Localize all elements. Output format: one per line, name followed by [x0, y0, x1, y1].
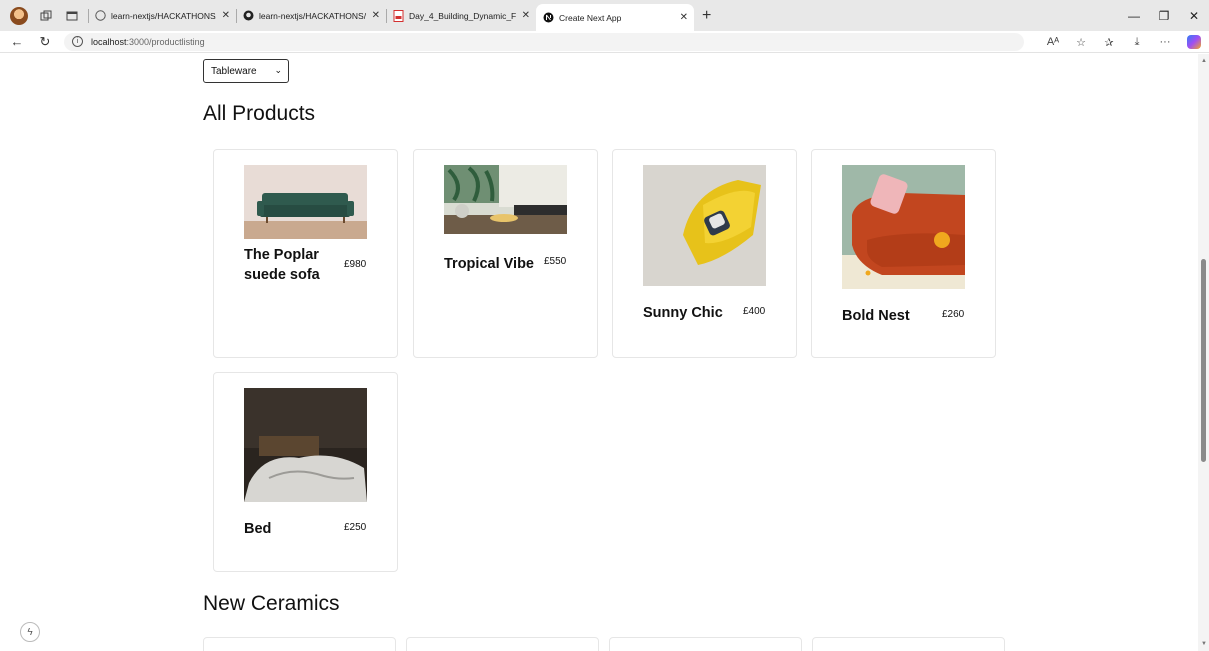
section-title-new-ceramics: New Ceramics: [203, 592, 340, 615]
close-icon[interactable]: ✕: [222, 10, 230, 21]
refresh-icon[interactable]: ↻: [34, 34, 56, 50]
product-image-yellow-armchair: [643, 165, 766, 286]
ceramics-card[interactable]: [203, 637, 396, 651]
chevron-down-icon: ⌄: [274, 65, 282, 75]
tab-title: learn-nextjs/HACKATHONS/Mark: [259, 10, 366, 21]
product-name: Sunny Chic: [643, 305, 723, 321]
product-image-dark-bedroom: [244, 388, 367, 502]
page-content: Tableware ⌄ All Products The Poplar sued…: [0, 54, 1198, 651]
favorites-list-icon[interactable]: ✰: [1095, 36, 1123, 49]
tab-title: Create Next App: [559, 12, 622, 23]
ceramics-card[interactable]: [609, 637, 802, 651]
product-card[interactable]: Bold Nest £260: [811, 149, 996, 358]
product-image-green-velvet-sofa: [244, 165, 367, 239]
scroll-down-arrow-icon[interactable]: ▼: [1201, 641, 1207, 647]
scroll-up-arrow-icon[interactable]: ▲: [1201, 58, 1207, 64]
window-controls: — ❐ ✕: [1119, 0, 1209, 31]
back-arrow-icon[interactable]: ←: [6, 34, 28, 49]
url-host: localhost: [91, 36, 127, 47]
tab-title: learn-nextjs/HACKATHONS/Mark: [111, 10, 216, 21]
product-card[interactable]: The Poplar suede sofa £980: [213, 149, 398, 358]
product-price: £400: [743, 306, 766, 317]
product-name: The Poplar suede sofa: [244, 247, 320, 283]
url-field[interactable]: i localhost:3000/productlisting: [64, 32, 1024, 51]
product-image-tropical-living-room: [444, 165, 567, 234]
minimize-icon[interactable]: —: [1119, 0, 1149, 31]
browser-tab-bar: learn-nextjs/HACKATHONS/Mark ✕ learn-nex…: [0, 0, 1209, 31]
pdf-icon: [392, 9, 404, 22]
more-menu-icon[interactable]: ···: [1151, 36, 1179, 48]
product-image-orange-sofa-with-pillow: [842, 165, 965, 289]
browser-tab[interactable]: Day_4_Building_Dynamic_Fronten ✕: [386, 4, 536, 28]
url-path: :3000/productlisting: [126, 36, 205, 47]
ceramics-card[interactable]: [812, 637, 1005, 651]
favorite-star-icon[interactable]: ☆: [1067, 36, 1095, 49]
ceramics-card[interactable]: [406, 637, 599, 651]
restore-icon[interactable]: ❐: [1149, 0, 1179, 31]
copilot-icon[interactable]: [1187, 35, 1201, 49]
close-icon[interactable]: ✕: [522, 10, 530, 21]
product-price: £260: [942, 309, 965, 320]
category-select[interactable]: Tableware ⌄: [203, 59, 289, 83]
product-price: £250: [344, 522, 367, 533]
nextjs-icon: [542, 12, 554, 24]
new-tab-plus-icon[interactable]: +: [702, 7, 711, 25]
close-icon[interactable]: ✕: [372, 10, 380, 21]
site-info-icon[interactable]: i: [72, 36, 83, 47]
tab-title: Day_4_Building_Dynamic_Fronten: [409, 10, 516, 21]
browser-tab-active[interactable]: Create Next App ✕: [536, 4, 694, 31]
product-name: Bed: [244, 521, 272, 537]
product-name: Tropical Vibe: [444, 256, 534, 272]
tab-actions-icon[interactable]: [64, 8, 80, 24]
browser-toolbar: Aᴬ ☆ ✰ ⤓ ···: [1039, 31, 1209, 53]
github-icon: [242, 10, 254, 22]
github-icon: [94, 10, 106, 22]
section-title-all-products: All Products: [203, 102, 316, 125]
browser-tab[interactable]: learn-nextjs/HACKATHONS/Mark ✕: [88, 4, 236, 28]
product-price: £980: [344, 259, 367, 270]
profile-avatar[interactable]: [10, 6, 28, 25]
product-card[interactable]: Tropical Vibe £550: [413, 149, 598, 358]
product-card[interactable]: Bed £250: [213, 372, 398, 572]
address-bar: ← ↻ i localhost:3000/productlisting Aᴬ ☆…: [0, 31, 1209, 53]
product-price: £550: [544, 256, 567, 267]
workspaces-icon[interactable]: [38, 8, 54, 24]
downloads-icon[interactable]: ⤓: [1123, 36, 1151, 49]
close-icon[interactable]: ✕: [680, 12, 688, 23]
product-name: Bold Nest: [842, 308, 910, 324]
browser-tab[interactable]: learn-nextjs/HACKATHONS/Mark ✕: [236, 4, 386, 28]
scrollbar-thumb[interactable]: [1201, 259, 1206, 462]
product-card[interactable]: Sunny Chic £400: [612, 149, 797, 358]
page-scrollbar[interactable]: ▲ ▼: [1198, 54, 1209, 651]
category-select-value: Tableware: [211, 65, 257, 77]
read-aloud-icon[interactable]: Aᴬ: [1039, 36, 1067, 48]
close-window-icon[interactable]: ✕: [1179, 0, 1209, 31]
nextjs-dev-indicator-icon[interactable]: ϟ: [20, 622, 40, 642]
